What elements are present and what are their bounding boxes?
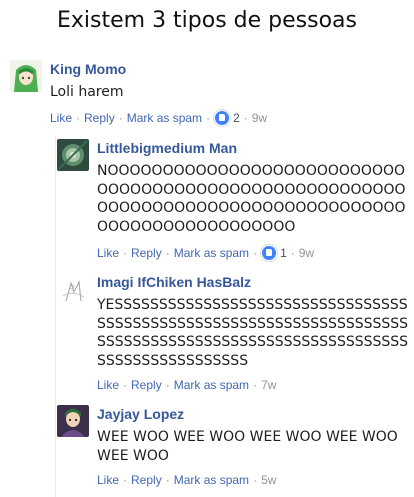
thumbs-up-reaction-icon[interactable] — [214, 110, 231, 126]
reply-thread-line — [55, 135, 56, 497]
separator-dot: · — [206, 111, 211, 125]
separator-dot: · — [243, 111, 248, 125]
character-avatar-icon — [57, 405, 89, 437]
mark-as-spam-link[interactable]: Mark as spam — [174, 473, 249, 487]
timestamp[interactable]: 5w — [261, 473, 276, 487]
sketch-avatar-icon — [57, 274, 89, 306]
avatar[interactable] — [57, 405, 89, 437]
comment-actions: Like · Reply · Mark as spam · 5w — [97, 473, 276, 487]
avatar[interactable] — [57, 139, 89, 171]
separator-dot: · — [118, 111, 123, 125]
reply-link[interactable]: Reply — [131, 378, 162, 392]
thumbs-up-reaction-icon[interactable] — [261, 245, 278, 261]
timestamp[interactable]: 7w — [261, 378, 276, 392]
comment-text: WEE WOO WEE WOO WEE WOO WEE WOO WEE WOO — [97, 429, 398, 464]
like-link[interactable]: Like — [97, 246, 119, 260]
reply-link[interactable]: Reply — [84, 111, 115, 125]
separator-dot: · — [76, 111, 81, 125]
separator-dot: · — [253, 378, 258, 392]
author-name[interactable]: Littlebigmedium Man — [97, 140, 237, 156]
like-link[interactable]: Like — [97, 378, 119, 392]
reaction-count[interactable]: 1 — [280, 246, 287, 260]
mark-as-spam-link[interactable]: Mark as spam — [174, 246, 249, 260]
comment-actions: Like · Reply · Mark as spam · 2 · 9w — [50, 110, 267, 126]
reaction-count[interactable]: 2 — [233, 111, 240, 125]
timestamp[interactable]: 9w — [252, 111, 267, 125]
separator-dot: · — [123, 473, 128, 487]
separator-dot: · — [253, 473, 258, 487]
like-link[interactable]: Like — [97, 473, 119, 487]
separator-dot: · — [123, 378, 128, 392]
mark-as-spam-link[interactable]: Mark as spam — [127, 111, 202, 125]
author-name[interactable]: King Momo — [50, 61, 126, 77]
author-name[interactable]: Jayjay Lopez — [97, 406, 184, 422]
like-link[interactable]: Like — [50, 111, 72, 125]
comment-actions: Like · Reply · Mark as spam · 1 · 9w — [97, 245, 314, 261]
post-title: Existem 3 tipos de pessoas — [56, 8, 357, 33]
comment-text: Loli harem — [50, 84, 124, 100]
mark-as-spam-link[interactable]: Mark as spam — [174, 378, 249, 392]
comment-actions: Like · Reply · Mark as spam · 7w — [97, 378, 276, 392]
comment-text: NOOOOOOOOOOOOOOOOOOOOOOOOOOOOOOOOOOOOOOO… — [97, 163, 406, 235]
separator-dot: · — [123, 246, 128, 260]
reply-link[interactable]: Reply — [131, 473, 162, 487]
comment-text: YESSSSSSSSSSSSSSSSSSSSSSSSSSSSSSSSSSSSSS… — [97, 297, 409, 369]
separator-dot: · — [165, 378, 170, 392]
separator-dot: · — [165, 473, 170, 487]
author-name[interactable]: Imagi IfChiken HasBalz — [97, 274, 251, 290]
timestamp[interactable]: 9w — [299, 246, 314, 260]
avatar[interactable] — [10, 60, 42, 92]
fractal-avatar-icon — [57, 139, 89, 171]
anime-avatar-icon — [10, 60, 42, 92]
reply-link[interactable]: Reply — [131, 246, 162, 260]
separator-dot: · — [290, 246, 295, 260]
separator-dot: · — [165, 246, 170, 260]
separator-dot: · — [253, 246, 258, 260]
avatar[interactable] — [57, 274, 89, 306]
